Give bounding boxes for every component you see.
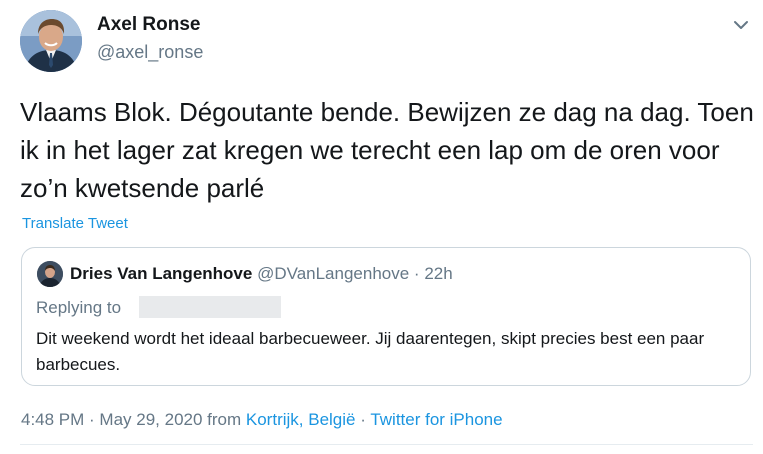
author-name[interactable]: Axel Ronse — [97, 14, 200, 36]
tweet-card: Axel Ronse @axel_ronse Vlaams Blok. Dégo… — [0, 0, 763, 454]
quoted-handle: @DVanLangenhove — [257, 264, 410, 283]
quoted-time: 22h — [424, 264, 453, 283]
tweet-date[interactable]: May 29, 2020 — [99, 410, 202, 429]
location-link[interactable]: Kortrijk, België — [246, 410, 356, 429]
replying-to-label: Replying to — [36, 298, 122, 317]
footer-dot: · — [84, 410, 100, 429]
tweet-text: Vlaams Blok. Dégoutante bende. Bewijzen … — [20, 97, 754, 203]
quoted-text: Dit weekend wordt het ideaal barbecuewee… — [36, 329, 705, 374]
tweet-footer: 4:48 PM · May 29, 2020 from Kortrijk, Be… — [21, 410, 503, 430]
author-handle[interactable]: @axel_ronse — [97, 42, 203, 63]
translate-tweet-link[interactable]: Translate Tweet — [22, 215, 128, 232]
quoted-separator: · — [409, 264, 425, 283]
quoted-tweet[interactable]: Dries Van Langenhove @DVanLangenhove · 2… — [21, 247, 751, 386]
redacted-handle — [139, 296, 281, 318]
author-avatar[interactable] — [20, 10, 82, 72]
footer-dot: · — [355, 410, 371, 429]
chevron-down-icon[interactable] — [730, 14, 752, 36]
avatar-image — [20, 10, 82, 72]
from-label: from — [202, 410, 246, 429]
client-link[interactable]: Twitter for iPhone — [370, 410, 502, 429]
divider — [20, 444, 753, 445]
tweet-time[interactable]: 4:48 PM — [21, 410, 84, 429]
quoted-header: Dries Van Langenhove @DVanLangenhove · 2… — [70, 264, 453, 284]
quoted-author-avatar — [37, 261, 63, 287]
quoted-avatar-image — [37, 261, 63, 287]
quoted-author-name: Dries Van Langenhove — [70, 264, 253, 283]
